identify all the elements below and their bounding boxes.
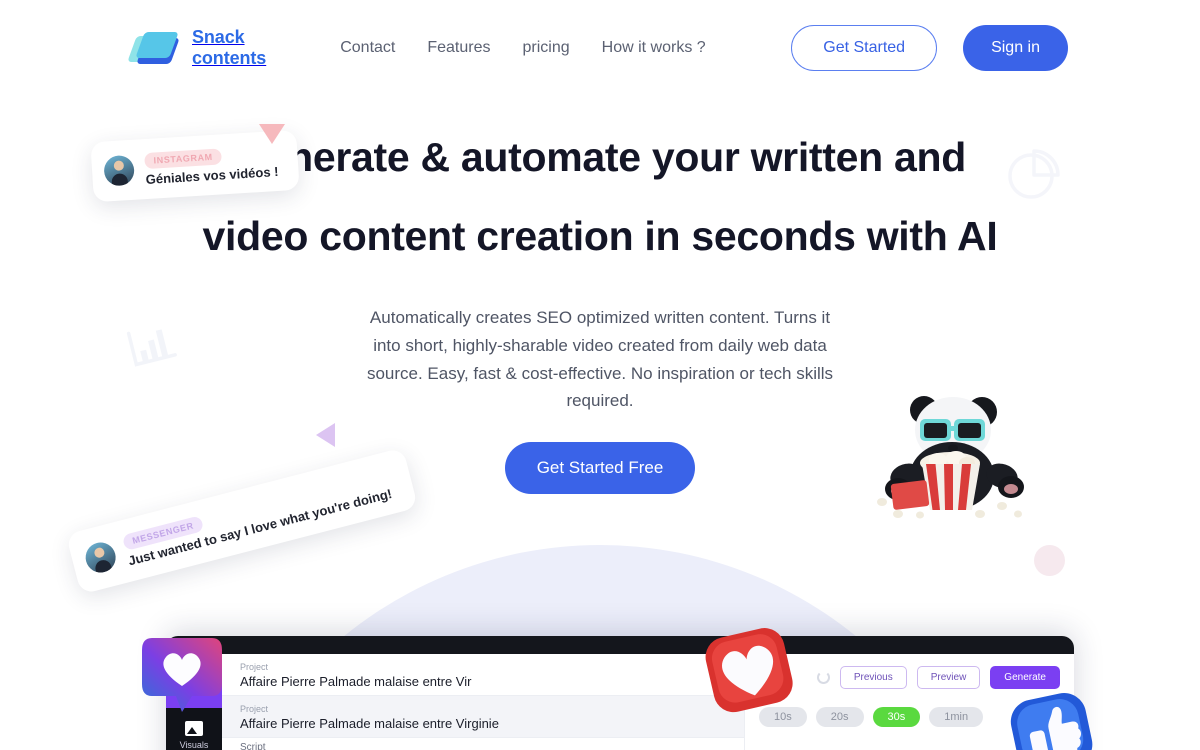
nav-link-contact[interactable]: Contact: [340, 39, 395, 57]
brand-name-line2: contents: [192, 48, 267, 68]
app-screenshot-mockup: Story Visuals Project Affaire Pierre Pal…: [166, 636, 1074, 750]
panda-3d-glasses-popcorn-illustration: [868, 388, 1028, 520]
stacked-squares-logo-icon: [127, 22, 182, 74]
purple-triangle-marker: [316, 423, 335, 447]
previous-button[interactable]: Previous: [839, 666, 907, 689]
status-badge: INSTAGRAM: [144, 148, 223, 170]
preview-button[interactable]: Preview: [916, 666, 981, 689]
brand-name-line1: Snack: [192, 27, 245, 48]
get-started-free-button[interactable]: Get Started Free: [504, 442, 696, 495]
header-actions: Get Started Sign in: [791, 25, 1068, 71]
nav-link-pricing[interactable]: pricing: [523, 39, 570, 57]
spinner-icon: [816, 671, 830, 684]
primary-navigation: Contact Features pricing How it works ?: [340, 39, 705, 57]
brand-logo[interactable]: Snack contents: [127, 22, 266, 74]
pink-circle-dot: [1034, 545, 1065, 576]
brand-name: Snack contents: [192, 27, 266, 68]
app-main-panel: Project Affaire Pierre Palmade malaise e…: [222, 654, 1074, 750]
headline-line-1: Generate & automate your written and: [234, 134, 966, 180]
get-started-button[interactable]: Get Started: [791, 25, 938, 71]
avatar: [82, 539, 119, 576]
duration-pill-20s[interactable]: 20s: [815, 707, 864, 727]
hero-subheading: Automatically creates SEO optimized writ…: [366, 308, 834, 411]
headline-line-2: video content creation in seconds with A…: [202, 213, 998, 260]
site-header: Snack contents Contact Features pricing …: [0, 0, 1200, 96]
pink-triangle-marker: [259, 124, 285, 144]
avatar: [103, 154, 136, 187]
sign-in-button[interactable]: Sign in: [963, 25, 1068, 71]
thumbs-up-3d-icon: [1004, 688, 1100, 750]
nav-link-features[interactable]: Features: [427, 39, 490, 57]
duration-pill-1min[interactable]: 1min: [929, 707, 984, 727]
heart-3d-icon: [698, 624, 802, 729]
generate-button[interactable]: Generate: [990, 666, 1060, 689]
heart-speech-bubble-3d-icon: [134, 628, 230, 725]
nav-link-how-it-works[interactable]: How it works ?: [602, 39, 706, 57]
sidebar-item-label: Visuals: [179, 739, 209, 750]
duration-pill-30s[interactable]: 30s: [872, 707, 921, 727]
